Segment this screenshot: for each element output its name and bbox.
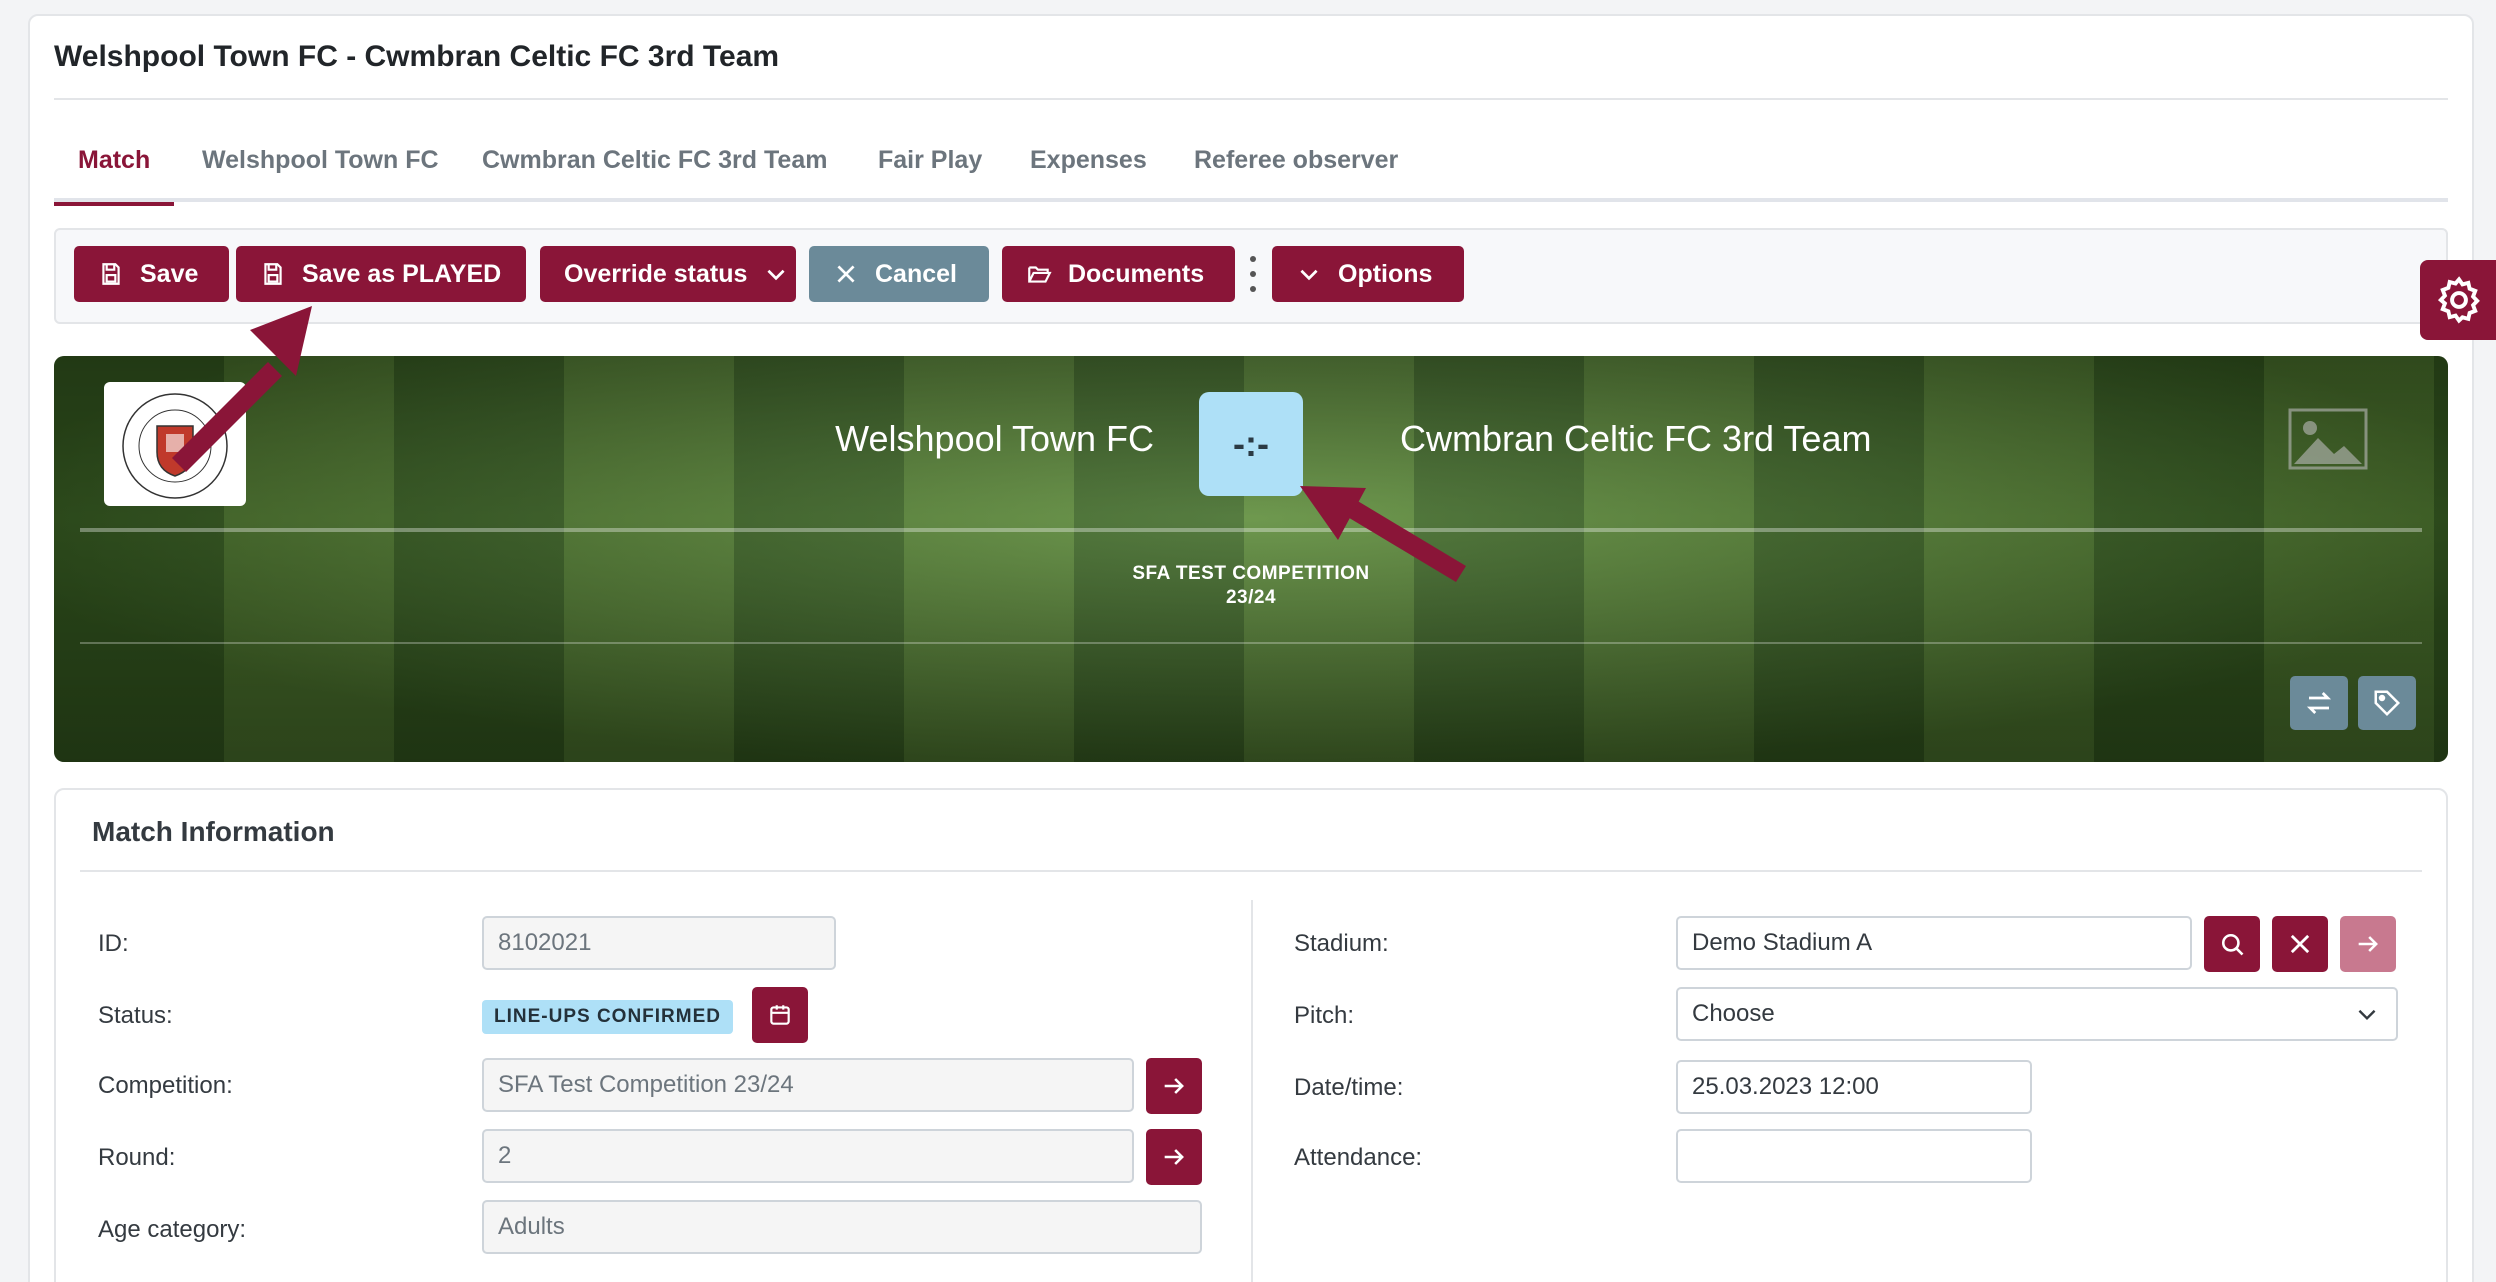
- datetime-label: Date/time:: [1294, 1074, 1404, 1101]
- match-banner: Welshpool Town FC -:- Cwmbran Celtic FC …: [54, 356, 2448, 762]
- pitch-line: [80, 642, 2422, 644]
- competition-name: SFA TEST COMPETITION: [1132, 563, 1370, 584]
- floppy-disk-icon: [264, 263, 282, 285]
- open-competition-button[interactable]: [1146, 1058, 1202, 1114]
- tag-button[interactable]: [2358, 676, 2416, 730]
- arrow-right-icon: [1164, 1078, 1184, 1094]
- tab-away-team[interactable]: Cwmbran Celtic FC 3rd Team: [482, 140, 827, 202]
- page-title: Welshpool Town FC - Cwmbran Celtic FC 3r…: [54, 40, 780, 73]
- pitch-select[interactable]: Choose: [1676, 987, 2398, 1041]
- age-category-label: Age category:: [98, 1216, 247, 1243]
- tab-expenses[interactable]: Expenses: [1030, 140, 1147, 202]
- tag-icon: [2374, 690, 2401, 717]
- more-vertical-icon[interactable]: [1248, 256, 1258, 292]
- competition-label: Competition:: [98, 1072, 233, 1099]
- stadium-clear-button[interactable]: [2272, 916, 2328, 972]
- status-label: Status:: [98, 1002, 173, 1029]
- tab-match[interactable]: Match: [53, 140, 175, 206]
- attendance-field[interactable]: [1676, 1129, 2032, 1183]
- pitch-label: Pitch:: [1294, 1002, 1355, 1029]
- pitch-line: [80, 528, 2422, 532]
- save-as-played-button[interactable]: Save as PLAYED: [236, 246, 526, 302]
- save-button-label: Save: [140, 259, 199, 288]
- stadium-field[interactable]: Demo Stadium A: [1676, 916, 2192, 970]
- documents-button-label: Documents: [1068, 259, 1205, 288]
- competition-field: SFA Test Competition 23/24: [482, 1058, 1134, 1112]
- settings-toggle[interactable]: [2420, 260, 2496, 340]
- home-team-name: Welshpool Town FC: [835, 418, 1154, 459]
- close-icon: [837, 265, 855, 283]
- floppy-disk-icon: [102, 263, 120, 285]
- stadium-label: Stadium:: [1294, 930, 1389, 957]
- away-team-name: Cwmbran Celtic FC 3rd Team: [1400, 418, 1872, 459]
- match-information-title: Match Information: [92, 816, 335, 847]
- status-badge: LINE-UPS CONFIRMED: [482, 1000, 733, 1034]
- image-placeholder-icon: [2288, 408, 2368, 470]
- cancel-button-label: Cancel: [875, 259, 957, 288]
- score-display[interactable]: -:-: [1199, 392, 1303, 496]
- documents-button[interactable]: Documents: [1002, 246, 1235, 302]
- close-icon: [2290, 934, 2310, 954]
- tab-bar: Match Welshpool Town FC Cwmbran Celtic F…: [53, 140, 2448, 206]
- competition-season: 23/24: [1225, 587, 1277, 608]
- tab-home-team[interactable]: Welshpool Town FC: [202, 140, 439, 202]
- arrow-right-icon: [1164, 1149, 1184, 1165]
- age-category-field: Adults: [482, 1200, 1202, 1254]
- save-button[interactable]: Save: [74, 246, 229, 302]
- swap-teams-button[interactable]: [2290, 676, 2348, 730]
- arrow-right-icon: [2358, 936, 2378, 952]
- chevron-down-icon: [1300, 269, 1318, 281]
- club-crest-icon: [122, 393, 228, 499]
- chevron-down-icon: [2358, 1009, 2376, 1021]
- column-divider: [1251, 900, 1253, 1282]
- folder-open-icon: [1028, 266, 1052, 283]
- save-as-played-label: Save as PLAYED: [302, 259, 502, 288]
- id-field: 8102021: [482, 916, 836, 970]
- open-round-button[interactable]: [1146, 1129, 1202, 1185]
- cancel-button[interactable]: Cancel: [809, 246, 989, 302]
- datetime-field[interactable]: 25.03.2023 12:00: [1676, 1060, 2032, 1114]
- round-label: Round:: [98, 1144, 176, 1171]
- tab-referee-observer[interactable]: Referee observer: [1194, 140, 1398, 202]
- status-calendar-button[interactable]: [752, 987, 808, 1043]
- competition-caption: SFA TEST COMPETITION 23/24: [1054, 562, 1448, 610]
- chevron-down-icon: [767, 269, 785, 281]
- options-button-label: Options: [1338, 259, 1433, 288]
- swap-arrows-icon: [2306, 692, 2332, 714]
- id-label: ID:: [98, 930, 129, 957]
- pitch-select-value: Choose: [1692, 1000, 1775, 1027]
- gear-icon: [2437, 276, 2480, 324]
- override-status-label: Override status: [564, 259, 748, 288]
- stadium-search-button[interactable]: [2204, 916, 2260, 972]
- calendar-icon: [770, 1005, 790, 1025]
- attendance-label: Attendance:: [1294, 1144, 1423, 1171]
- title-divider: [54, 98, 2448, 100]
- round-field: 2: [482, 1129, 1134, 1183]
- options-button[interactable]: Options: [1272, 246, 1464, 302]
- tab-fair-play[interactable]: Fair Play: [878, 140, 982, 202]
- override-status-button[interactable]: Override status: [540, 246, 796, 302]
- search-icon: [2221, 933, 2244, 956]
- section-divider: [80, 870, 2422, 872]
- open-stadium-button[interactable]: [2340, 916, 2396, 972]
- home-team-logo: [104, 382, 246, 506]
